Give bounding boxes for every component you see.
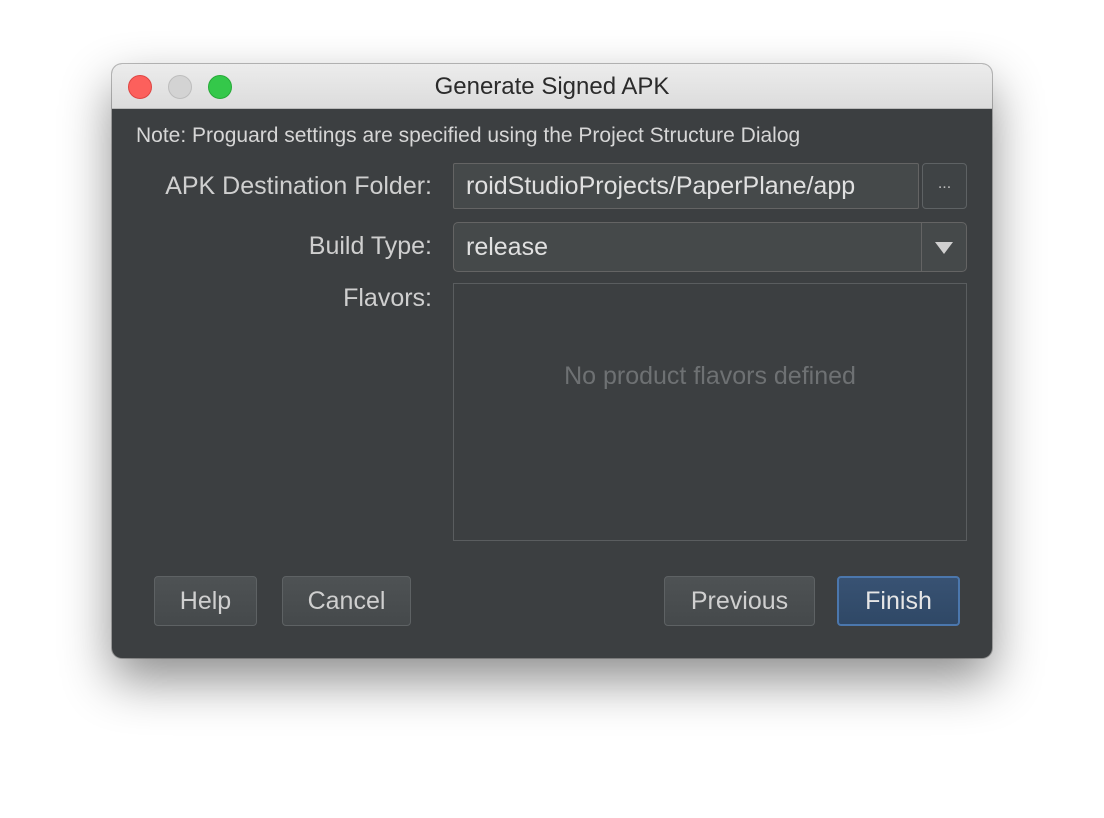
chevron-down-icon[interactable] [922,223,966,271]
build-type-label: Build Type: [308,232,432,260]
destination-folder-value: roidStudioProjects/PaperPlane/app [466,172,856,200]
build-type-value: release [466,233,548,261]
browse-folder-button[interactable]: ... [922,163,967,209]
destination-folder-input[interactable]: roidStudioProjects/PaperPlane/app [453,163,919,209]
cancel-button[interactable]: Cancel [282,576,411,626]
title-bar: Generate Signed APK [112,64,992,109]
generate-signed-apk-dialog: Generate Signed APK Note: Proguard setti… [112,64,992,658]
window-title: Generate Signed APK [434,73,670,100]
proguard-note: Note: Proguard settings are specified us… [136,124,801,147]
finish-button[interactable]: Finish [837,576,960,626]
flavors-empty-text: No product flavors defined [564,362,856,390]
previous-button[interactable]: Previous [664,576,815,626]
build-type-select[interactable]: release [453,222,967,272]
help-button[interactable]: Help [154,576,257,626]
destination-folder-label: APK Destination Folder: [165,172,432,200]
flavors-label: Flavors: [343,284,432,312]
flavors-list[interactable]: No product flavors defined [453,283,967,541]
